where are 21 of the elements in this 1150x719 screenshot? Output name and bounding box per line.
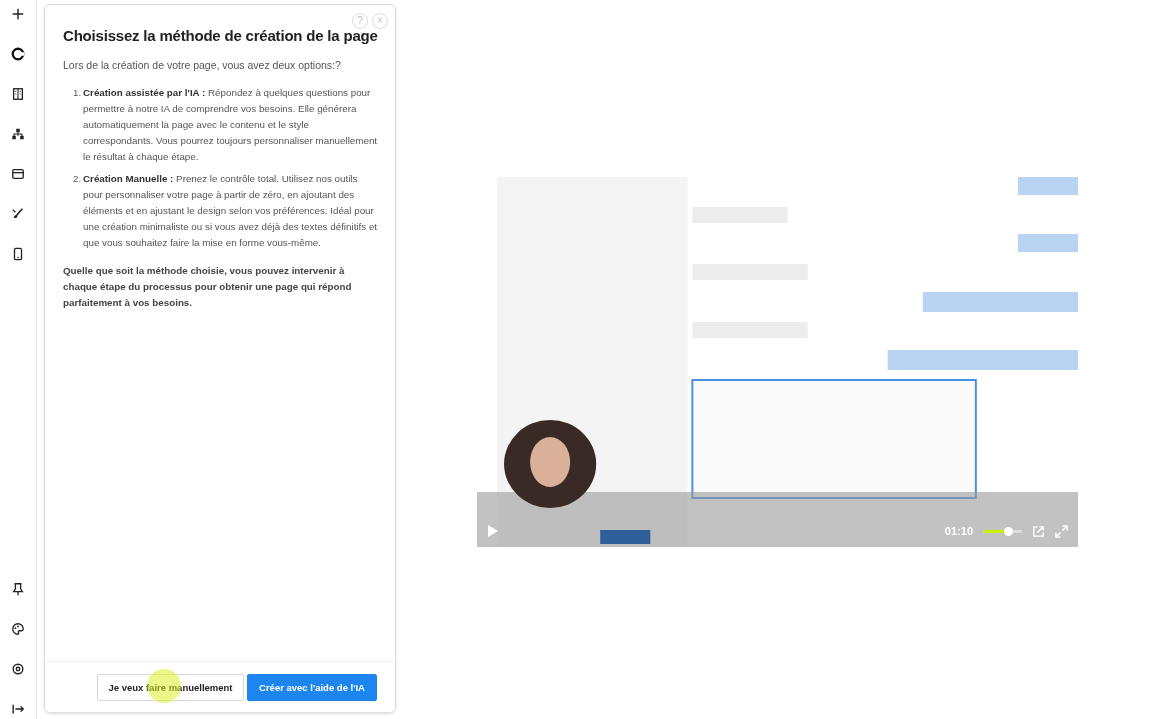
logo-icon[interactable] <box>11 46 25 62</box>
pin-icon[interactable] <box>11 581 25 597</box>
conclusion-text: Quelle que soit la méthode choisie, vous pouvez intervenir à chaque étape du processus pour obtenir une page qui répond parfaitement à vos besoins. <box>63 264 353 310</box>
volume-slider[interactable] <box>983 529 1022 533</box>
settings-icon[interactable] <box>11 661 25 677</box>
book-icon[interactable] <box>11 86 25 102</box>
dialog-title: Choisissez la méthode de création de la page <box>63 27 379 44</box>
plus-icon[interactable] <box>11 6 25 22</box>
sitemap-icon[interactable] <box>11 126 25 142</box>
option-number: 2. <box>73 172 83 186</box>
close-button[interactable]: × <box>372 13 388 29</box>
option-text: Création assistée par l'IA : Répondez à quelques questions pour permettre à notre IA de comprendre vos besoins. Elle générera automatiquement la page avec le contenu et le style correspondants. Vous pourrez toujours personnaliser manuellement le résultat à chaque étape. <box>83 86 379 164</box>
video-time: 01:10 <box>944 525 973 537</box>
phone-icon[interactable] <box>11 246 25 262</box>
help-button[interactable]: ? <box>352 13 368 29</box>
window-icon[interactable] <box>11 166 25 182</box>
option-number: 1. <box>73 86 83 100</box>
ai-create-button[interactable]: Créer avec l'aide de l'IA <box>247 674 377 701</box>
option-text: Création Manuelle : Prenez le contrôle total. Utilisez nos outils pour personnaliser votre page à partir de zéro, en ajoutant des éléments et en ajustant le design selon vos préférences. Idéal pour une création minimaliste ou si vous avez déjà des textes définitifs et que vous souhaitez faire la mise en forme vous-même. <box>83 172 379 250</box>
intro-text: Lors de la création de votre page, vous avez deux options:? <box>63 59 342 71</box>
palette-icon[interactable] <box>11 621 25 637</box>
